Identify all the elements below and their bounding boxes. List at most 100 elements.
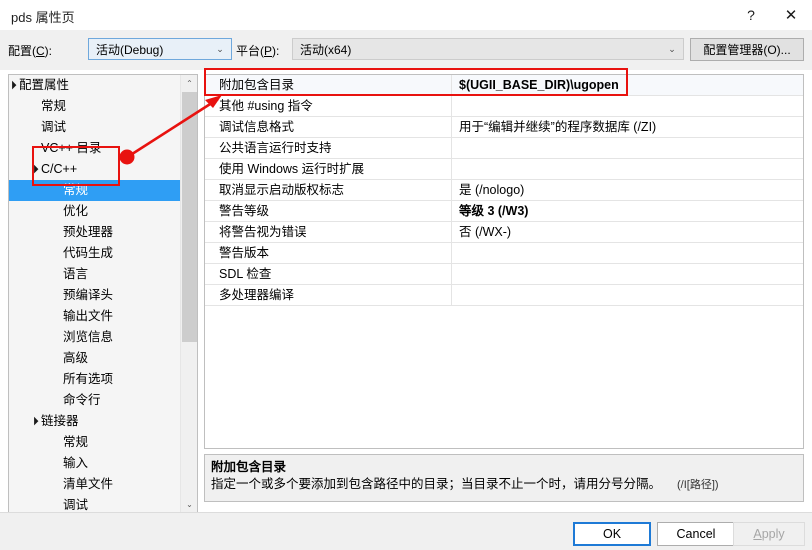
expand-triangle-icon[interactable] [28,411,38,432]
sidebar-item[interactable]: 语言 [9,264,182,285]
sidebar-item[interactable]: 代码生成 [9,243,182,264]
expand-triangle-icon[interactable] [28,159,38,180]
configuration-label: 配置(C): [8,44,53,58]
sidebar-item[interactable]: 优化 [9,201,182,222]
sidebar-item-label: 输入 [63,456,89,470]
sidebar-item[interactable]: 常规 [9,180,182,201]
column-divider [451,201,452,222]
sidebar-item-label: 调试 [63,498,89,512]
sidebar-item[interactable]: 调试 [9,495,182,513]
sidebar-item-label: 浏览信息 [63,330,114,344]
property-row[interactable]: 警告等级 等级 3 (/W3) [205,201,803,222]
platform-label: 平台(P): [236,44,280,58]
sidebar-item[interactable]: VC++ 目录 [9,138,182,159]
column-divider [451,264,452,285]
platform-value: 活动(x64) [300,42,352,57]
sidebar-item-label: 清单文件 [63,477,114,491]
title-bar: pds 属性页 ? ✕ [0,0,812,30]
property-row[interactable]: 使用 Windows 运行时扩展 [205,159,803,180]
property-grid: 附加包含目录 $(UGII_BASE_DIR)\ugopen 其他 #using 指… [204,74,804,449]
property-name: 调试信息格式 [219,120,295,134]
property-value[interactable]: 等级 3 (/W3) [459,201,528,222]
sidebar-item-label: 优化 [63,204,89,218]
column-divider [451,180,452,201]
property-row[interactable]: 多处理器编译 [205,285,803,306]
column-divider [451,243,452,264]
column-divider [451,117,452,138]
property-row[interactable]: SDL 检查 [205,264,803,285]
property-row[interactable]: 附加包含目录 $(UGII_BASE_DIR)\ugopen [205,75,803,96]
sidebar-item-label: 常规 [63,183,89,197]
property-name: 将警告视为错误 [219,225,307,239]
property-name: 其他 #using 指令 [219,99,313,113]
property-row[interactable]: 其他 #using 指令 [205,96,803,117]
property-row[interactable]: 调试信息格式 用于“编辑并继续”的程序数据库 (/ZI) [205,117,803,138]
property-value[interactable]: 用于“编辑并继续”的程序数据库 (/ZI) [459,117,656,138]
ok-button[interactable]: OK [573,522,651,546]
sidebar-item-label: 输出文件 [63,309,114,323]
sidebar-item[interactable]: 浏览信息 [9,327,182,348]
sidebar-item-label: 配置属性 [19,78,70,92]
help-icon[interactable]: ? [734,0,768,30]
property-grid-rows: 附加包含目录 $(UGII_BASE_DIR)\ugopen 其他 #using 指… [205,75,803,306]
property-name: 使用 Windows 运行时扩展 [219,162,365,176]
scroll-up-icon[interactable]: ⌃ [181,75,197,92]
property-value[interactable]: 是 (/nologo) [459,180,524,201]
sidebar-item[interactable]: 所有选项 [9,369,182,390]
platform-select[interactable]: 活动(x64) ⌄ [292,38,684,60]
expand-triangle-icon[interactable] [9,75,16,96]
property-value[interactable]: $(UGII_BASE_DIR)\ugopen [459,75,619,96]
property-row[interactable]: 公共语言运行时支持 [205,138,803,159]
sidebar-item[interactable]: 调试 [9,117,182,138]
sidebar-item[interactable]: 输出文件 [9,306,182,327]
description-text: 指定一个或多个要添加到包含路径中的目录；当目录不止一个时，请用分号分隔。 (/I[… [211,476,797,494]
sidebar-item-label: 常规 [41,99,67,113]
sidebar-item[interactable]: 配置属性 [9,75,182,96]
sidebar-item-label: C/C++ [41,162,78,176]
configuration-tree: 配置属性常规调试VC++ 目录C/C++常规优化预处理器代码生成语言预编译头输出… [9,75,182,513]
page-title: pds 属性页 [11,10,75,25]
property-name: 警告版本 [219,246,270,260]
apply-button[interactable]: Apply [733,522,805,546]
sidebar-item[interactable]: 预处理器 [9,222,182,243]
description-pane: 附加包含目录 指定一个或多个要添加到包含路径中的目录；当目录不止一个时，请用分号… [204,454,804,502]
sidebar-item-label: 所有选项 [63,372,114,386]
sidebar-item[interactable]: 命令行 [9,390,182,411]
sidebar-item-label: 语言 [63,267,89,281]
scroll-down-icon[interactable]: ⌄ [181,496,197,513]
sidebar-item-label: 链接器 [41,414,79,428]
sidebar-item[interactable]: 高级 [9,348,182,369]
sidebar-item-label: 常规 [63,435,89,449]
chevron-down-icon: ⌄ [216,43,224,54]
sidebar-item[interactable]: 常规 [9,432,182,453]
sidebar-item[interactable]: 清单文件 [9,474,182,495]
column-divider [451,222,452,243]
configuration-value: 活动(Debug) [96,42,164,57]
column-divider [451,138,452,159]
chevron-down-icon: ⌄ [668,43,676,54]
configuration-manager-button[interactable]: 配置管理器(O)... [690,38,804,61]
property-value[interactable]: 否 (/WX-) [459,222,511,243]
sidebar-item[interactable]: 预编译头 [9,285,182,306]
property-row[interactable]: 将警告视为错误 否 (/WX-) [205,222,803,243]
property-row[interactable]: 取消显示启动版权标志 是 (/nologo) [205,180,803,201]
property-name: 取消显示启动版权标志 [219,183,345,197]
scrollbar-thumb[interactable] [182,92,197,342]
cancel-button[interactable]: Cancel [657,522,735,546]
configuration-bar: 配置(C): 活动(Debug) ⌄ 平台(P): 活动(x64) ⌄ 配置管理… [0,30,812,70]
sidebar-item-label: 代码生成 [63,246,114,260]
configuration-select[interactable]: 活动(Debug) ⌄ [88,38,232,60]
sidebar-item-label: 预编译头 [63,288,114,302]
close-icon[interactable]: ✕ [774,0,808,30]
property-row[interactable]: 警告版本 [205,243,803,264]
property-name: 公共语言运行时支持 [219,141,332,155]
sidebar-item[interactable]: 链接器 [9,411,182,432]
sidebar-item-label: 高级 [63,351,89,365]
sidebar-item[interactable]: 常规 [9,96,182,117]
description-sentence: 指定一个或多个要添加到包含路径中的目录；当目录不止一个时，请用分号分隔。 [211,477,662,491]
tree-scrollbar[interactable]: ⌃ ⌄ [180,75,197,513]
property-name: 警告等级 [219,204,270,218]
dialog-footer: OK Cancel Apply [0,512,812,550]
sidebar-item[interactable]: 输入 [9,453,182,474]
sidebar-item[interactable]: C/C++ [9,159,182,180]
